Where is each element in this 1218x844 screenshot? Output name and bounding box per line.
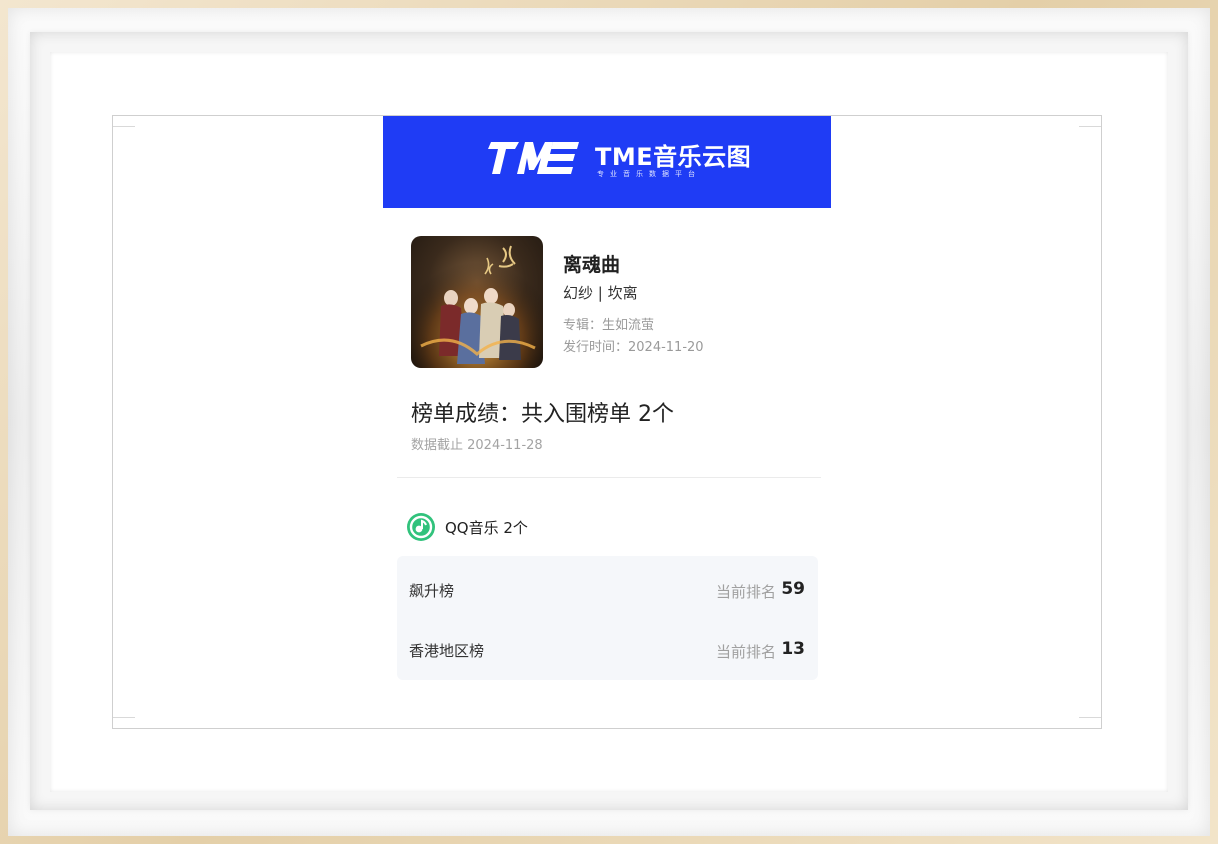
brand-subtitle: 专业音乐数据平台 [597, 170, 701, 178]
chart-summary-heading: 榜单成绩：共入围榜单 2个 [411, 402, 674, 427]
album-cover-art [411, 236, 543, 368]
tme-logo-icon [488, 142, 579, 174]
rank-value: 13 [781, 639, 805, 659]
corner-tick [113, 126, 135, 127]
song-title: 离魂曲 [563, 254, 621, 276]
corner-tick [1079, 717, 1101, 718]
corner-tick [113, 717, 135, 718]
chart-name: 飙升榜 [409, 582, 455, 600]
album-cover-image [411, 236, 543, 368]
rank-row[interactable]: 飙升榜 当前排名 59 [397, 560, 818, 620]
song-artist: 幻纱 | 坎离 [563, 284, 638, 302]
rank-label: 当前排名 [715, 643, 776, 661]
rank-value: 59 [781, 579, 805, 599]
release-date: 发行时间：2024-11-20 [563, 340, 704, 355]
rank-row[interactable]: 香港地区榜 当前排名 13 [397, 620, 818, 680]
platform-label: QQ音乐 2个 [445, 518, 528, 537]
section-divider [397, 477, 821, 478]
chart-name: 香港地区榜 [409, 642, 485, 660]
album-info: 专辑：生如流萤 [563, 318, 655, 333]
platform-header: QQ音乐 2个 [407, 512, 528, 542]
rank-card: 飙升榜 当前排名 59 香港地区榜 当前排名 13 [397, 556, 818, 680]
brand-name: TME音乐云图 [595, 143, 752, 171]
data-as-of-date: 数据截止 2024-11-28 [411, 438, 543, 453]
rank-label: 当前排名 [715, 583, 776, 601]
qq-music-icon [407, 513, 435, 541]
corner-tick [1079, 126, 1101, 127]
header-banner: TME音乐云图 专业音乐数据平台 [383, 116, 831, 208]
